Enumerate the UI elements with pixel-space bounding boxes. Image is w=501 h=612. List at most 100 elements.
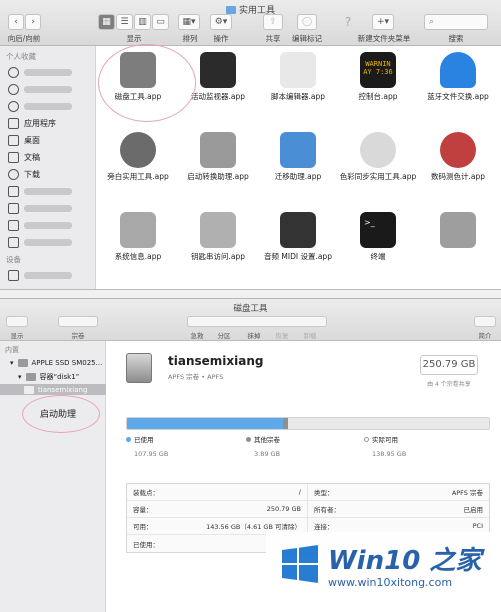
view-label: 显示 bbox=[126, 34, 142, 43]
sidebar-item-applications[interactable]: 应用程序 bbox=[8, 116, 94, 130]
finder-sidebar: 个人收藏 应用程序 桌面 文稿 下载 设备 bbox=[0, 46, 96, 289]
digital-color-meter-icon bbox=[440, 132, 476, 168]
volume-icon bbox=[24, 385, 34, 394]
icon-view-button[interactable]: ▦ bbox=[98, 14, 115, 30]
volume-button[interactable] bbox=[58, 316, 98, 327]
new-folder-button[interactable]: +▾ bbox=[372, 14, 394, 30]
documents-icon bbox=[8, 151, 19, 163]
action-button[interactable]: ⚙▾ bbox=[210, 14, 232, 30]
applications-icon bbox=[8, 117, 19, 129]
sidebar-item-downloads[interactable]: 下载 bbox=[8, 167, 94, 181]
search-input[interactable]: ⌕ bbox=[424, 14, 488, 30]
volume-disk-icon bbox=[126, 353, 152, 383]
app-console[interactable]: WARNIN AY 7:36 控制台.app bbox=[338, 52, 418, 102]
legend-free: 实际可用 138.95 GB bbox=[364, 434, 406, 458]
sidebar-toggle-button[interactable] bbox=[6, 316, 28, 327]
highlight-circle bbox=[98, 44, 196, 122]
action-label: 操作 bbox=[213, 34, 229, 43]
keychain-icon bbox=[200, 212, 236, 248]
volume-label: 宗卷 bbox=[71, 332, 85, 340]
column-view-button[interactable]: ▥ bbox=[134, 14, 151, 30]
app-label: 系统信息.app bbox=[114, 252, 162, 261]
app-label: 迁移助理.app bbox=[274, 172, 322, 181]
windows-logo-icon bbox=[282, 545, 318, 583]
app-label: 启动转换助理.app bbox=[187, 172, 249, 181]
sidebar-item-icloud[interactable] bbox=[8, 82, 94, 96]
highlight-circle bbox=[22, 395, 100, 433]
sidebar-item-container[interactable]: ▾ 容器“disk1” bbox=[18, 371, 79, 382]
audio-midi-icon bbox=[280, 212, 316, 248]
app-label: 脚本编辑器.app bbox=[270, 92, 325, 101]
forward-button[interactable]: › bbox=[25, 14, 41, 30]
action-button-group bbox=[187, 316, 327, 327]
watermark-url: www.win10xitong.com bbox=[328, 576, 453, 589]
table-row: 容量： 250.79 GB 所有者： 已启用 bbox=[127, 501, 489, 518]
unmount-button[interactable]: 卸载 bbox=[290, 330, 330, 340]
sidebar-item-airdrop[interactable] bbox=[8, 65, 94, 79]
app-grapher[interactable] bbox=[418, 212, 498, 252]
volume-size: 250.79 GB bbox=[420, 355, 478, 375]
disclosure-triangle-icon: ▾ bbox=[18, 372, 22, 381]
boot-camp-icon bbox=[200, 132, 236, 168]
app-digital-color-meter[interactable]: 数码测色计.app bbox=[418, 132, 498, 182]
app-label: 色彩同步实用工具.app bbox=[339, 172, 417, 181]
gallery-view-button[interactable]: ▭ bbox=[152, 14, 169, 30]
used-dot bbox=[126, 437, 131, 442]
volume-name: tiansemixiang bbox=[168, 354, 264, 368]
sidebar-item-disk[interactable]: ▾ APPLE SSD SM025... bbox=[10, 357, 102, 368]
help-icon[interactable]: ? bbox=[340, 14, 356, 30]
sidebar-item-folder-1[interactable] bbox=[8, 184, 94, 198]
app-terminal[interactable]: >_ 终端 bbox=[338, 212, 418, 262]
sidebar-item-volume[interactable]: tiansemixiang bbox=[0, 384, 106, 395]
app-boot-camp[interactable]: 启动转换助理.app bbox=[178, 132, 258, 182]
app-migration-assistant[interactable]: 迁移助理.app bbox=[258, 132, 338, 182]
app-voiceover[interactable]: 旁白实用工具.app bbox=[98, 132, 178, 182]
sidebar-item-icloud-2[interactable] bbox=[8, 99, 94, 113]
disk-icon bbox=[17, 358, 28, 367]
sidebar-item-documents[interactable]: 文稿 bbox=[8, 150, 94, 164]
new-folder-label: 新建文件夹菜单 bbox=[357, 34, 411, 43]
blurred-label bbox=[24, 204, 72, 212]
app-system-information[interactable]: 系统信息.app bbox=[98, 212, 178, 262]
usage-bar bbox=[126, 417, 490, 430]
watermark: Win10 之家 www.win10xitong.com bbox=[266, 532, 501, 612]
other-dot bbox=[246, 437, 251, 442]
search-label: 搜索 bbox=[448, 34, 464, 43]
tag-button[interactable]: ◯ bbox=[297, 14, 317, 30]
activity-monitor-icon bbox=[200, 52, 236, 88]
sidebar-item-device[interactable] bbox=[8, 268, 94, 282]
blurred-label bbox=[24, 102, 72, 110]
arrange-button[interactable]: ▦▾ bbox=[178, 14, 200, 30]
internal-header: 内置 bbox=[5, 346, 19, 354]
airdrop-icon bbox=[8, 66, 19, 78]
list-view-button[interactable]: ☰ bbox=[116, 14, 133, 30]
blurred-label bbox=[24, 238, 72, 246]
folder-icon bbox=[8, 219, 19, 231]
volume-size-note: 由 4 个宗卷共享 bbox=[427, 381, 471, 388]
disk-utility-toolbar: 磁盘工具 显示 宗卷 急救 分区 抹掉 恢复 卸载 简介 bbox=[0, 299, 501, 341]
sidebar-item-music[interactable] bbox=[8, 235, 94, 249]
blurred-label bbox=[24, 187, 72, 195]
app-bluetooth[interactable]: 蓝牙文件交换.app bbox=[418, 52, 498, 102]
folder-icon bbox=[8, 185, 19, 197]
devices-header: 设备 bbox=[6, 255, 21, 264]
usage-other-segment bbox=[282, 418, 289, 429]
app-label: 终端 bbox=[370, 252, 386, 261]
app-keychain[interactable]: 钥匙串访问.app bbox=[178, 212, 258, 262]
app-script-editor[interactable]: 脚本编辑器.app bbox=[258, 52, 338, 102]
app-label: 旁白实用工具.app bbox=[107, 172, 169, 181]
back-button[interactable]: ‹ bbox=[8, 14, 24, 30]
info-button[interactable] bbox=[474, 316, 496, 327]
watermark-brand: Win10 之家 bbox=[328, 546, 482, 576]
blurred-label bbox=[24, 271, 72, 279]
migration-assistant-icon bbox=[280, 132, 316, 168]
sidebar-item-folder-2[interactable] bbox=[8, 201, 94, 215]
terminal-icon: >_ bbox=[360, 212, 396, 248]
icloud-icon bbox=[8, 83, 19, 95]
sidebar-item-desktop[interactable]: 桌面 bbox=[8, 133, 94, 147]
app-colorsync[interactable]: 色彩同步实用工具.app bbox=[338, 132, 418, 182]
app-audio-midi[interactable]: 音频 MIDI 设置.app bbox=[258, 212, 338, 262]
system-information-icon bbox=[120, 212, 156, 248]
sidebar-item-folder-3[interactable] bbox=[8, 218, 94, 232]
share-button[interactable]: ⇪ bbox=[263, 14, 283, 30]
